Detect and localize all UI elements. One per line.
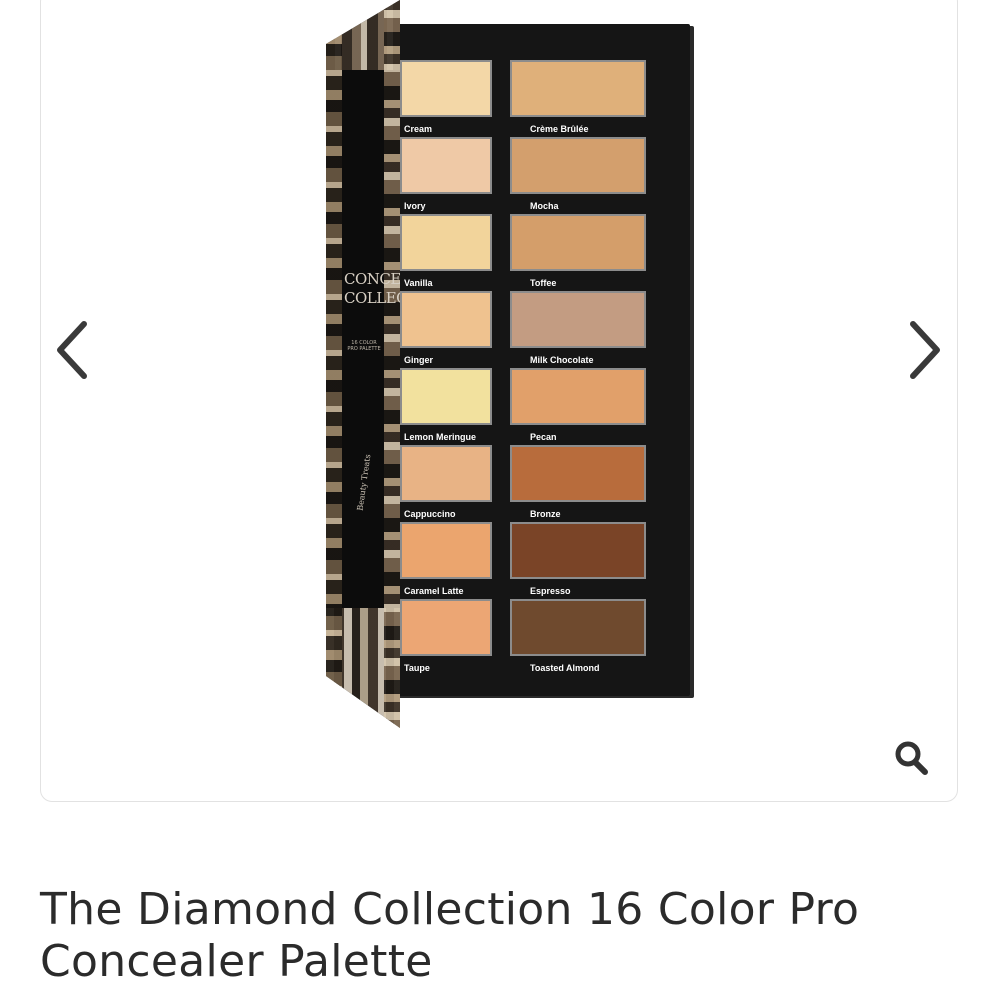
swatch-label: Pecan — [530, 432, 557, 442]
previous-image-button[interactable] — [46, 318, 106, 382]
swatch-label: Milk Chocolate — [530, 355, 594, 365]
swatch-label: Cappuccino — [404, 509, 456, 519]
swatch-right-2 — [510, 137, 646, 194]
swatch-left-1 — [400, 60, 492, 117]
swatch-label: Ginger — [404, 355, 434, 365]
magnifier-icon — [895, 741, 928, 775]
swatch-right-7 — [510, 522, 646, 579]
swatch-label: Ivory — [404, 201, 426, 211]
product-title: The Diamond Collection 16 Color Pro Conc… — [40, 884, 860, 987]
swatch-label: Taupe — [404, 663, 430, 673]
swatch-left-8 — [400, 599, 492, 656]
palette-cover: CONCEALER COLLECTION 16 COLOR PRO PALETT… — [326, 0, 400, 728]
chevron-left-icon — [57, 321, 87, 379]
swatch-label: Toffee — [530, 278, 557, 288]
swatch-left-2 — [400, 137, 492, 194]
palette-case: Cream Ivory Vanilla Ginger Lemon Meringue Cap… — [394, 24, 690, 696]
swatch-left-5 — [400, 368, 492, 425]
swatch-right-8 — [510, 599, 646, 656]
swatch-label: Vanilla — [404, 278, 433, 288]
swatch-label: Toasted Almond — [530, 663, 600, 673]
swatch-right-6 — [510, 445, 646, 502]
swatch-label: Bronze — [530, 509, 561, 519]
zoom-button[interactable] — [888, 735, 934, 781]
cover-title: CONCEALER COLLECTION — [344, 270, 400, 307]
swatch-right-3 — [510, 214, 646, 271]
cover-subtitle: 16 COLOR PRO PALETTE — [347, 340, 381, 352]
swatch-label: Espresso — [530, 586, 571, 596]
swatch-right-1 — [510, 60, 646, 117]
chevron-right-icon — [910, 321, 940, 379]
swatch-label: Crème Brûlée — [530, 124, 589, 134]
swatch-left-4 — [400, 291, 492, 348]
swatch-label: Cream — [404, 124, 433, 134]
swatch-left-6 — [400, 445, 492, 502]
cover-brand-logo: Beauty Treats — [355, 453, 373, 512]
swatch-label: Lemon Meringue — [404, 432, 477, 442]
product-image[interactable]: Cream Ivory Vanilla Ginger Lemon Meringue Cap… — [324, 0, 694, 730]
swatch-label: Caramel Latte — [404, 586, 464, 596]
next-image-button[interactable] — [895, 318, 955, 382]
swatch-label: Mocha — [530, 201, 559, 211]
swatch-right-5 — [510, 368, 646, 425]
swatch-left-7 — [400, 522, 492, 579]
swatch-left-3 — [400, 214, 492, 271]
swatch-right-4 — [510, 291, 646, 348]
